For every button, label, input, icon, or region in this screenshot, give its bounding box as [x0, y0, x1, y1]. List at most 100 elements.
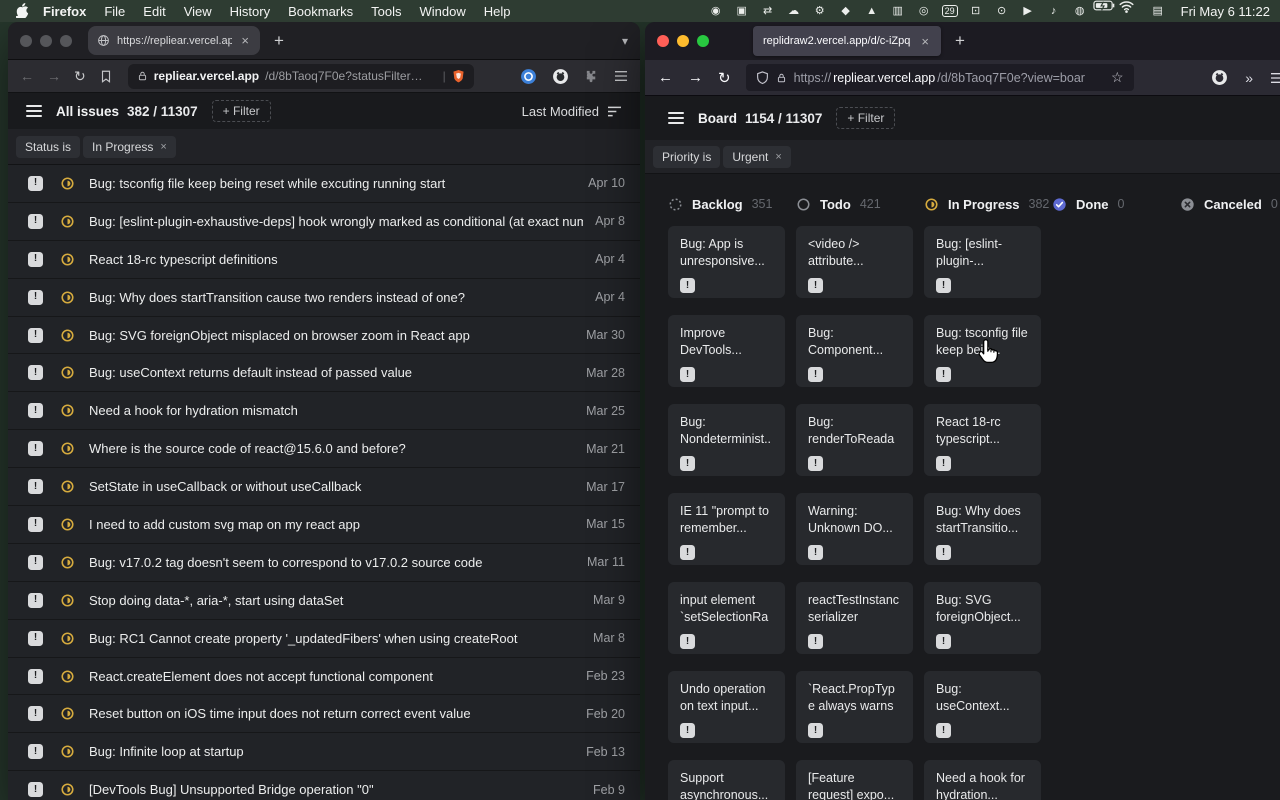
- issue-row[interactable]: !Bug: Why does startTransition cause two…: [8, 279, 640, 317]
- browser-menu-icon[interactable]: [1270, 72, 1280, 84]
- bookmark-icon[interactable]: [99, 69, 113, 84]
- sync-icon[interactable]: ⇄: [755, 0, 781, 22]
- sidebar-menu-icon[interactable]: [668, 112, 684, 124]
- board-card[interactable]: Bug: [eslint-plugin-...!: [924, 226, 1041, 298]
- triangle-app-icon[interactable]: ▲: [859, 0, 885, 22]
- issue-row[interactable]: !React 18-rc typescript definitionsApr 4: [8, 241, 640, 279]
- issue-row[interactable]: !Bug: [eslint-plugin-exhaustive-deps] ho…: [8, 203, 640, 241]
- power-icon[interactable]: ⊙: [989, 0, 1015, 22]
- board-card[interactable]: Need a hook for hydration...!: [924, 760, 1041, 800]
- menu-firefox[interactable]: Firefox: [34, 4, 95, 19]
- menu-window[interactable]: Window: [411, 4, 475, 19]
- overflow-chevrons-icon[interactable]: »: [1245, 70, 1253, 86]
- menu-edit[interactable]: Edit: [134, 4, 174, 19]
- back-button[interactable]: ←: [20, 68, 34, 84]
- stack-icon[interactable]: ▤: [1145, 0, 1171, 22]
- board-card[interactable]: Bug: Why does startTransitio...!: [924, 493, 1041, 565]
- volume-icon[interactable]: ♪: [1041, 0, 1067, 22]
- play-circle-icon[interactable]: ▶: [1015, 0, 1041, 22]
- layout-icon[interactable]: ▥: [885, 0, 911, 22]
- board-card[interactable]: React 18-rc typescript...!: [924, 404, 1041, 476]
- sort-control[interactable]: Last Modified: [522, 104, 622, 119]
- menu-bookmarks[interactable]: Bookmarks: [279, 4, 362, 19]
- extensions-puzzle-icon[interactable]: [584, 69, 599, 84]
- issue-row[interactable]: !Reset button on iOS time input does not…: [8, 695, 640, 733]
- board-card[interactable]: IE 11 "prompt to remember...!: [668, 493, 785, 565]
- github-account-icon[interactable]: [1211, 69, 1228, 86]
- issue-row[interactable]: !Bug: useContext returns default instead…: [8, 354, 640, 392]
- board-card[interactable]: Bug: App is unresponsive...!: [668, 226, 785, 298]
- issue-row[interactable]: !Bug: RC1 Cannot create property '_updat…: [8, 620, 640, 658]
- issue-row[interactable]: !I need to add custom svg map on my reac…: [8, 506, 640, 544]
- cloud-icon[interactable]: ☁: [781, 0, 807, 22]
- address-bar[interactable]: repliear.vercel.app /d/8bTaoq7F0e?status…: [128, 64, 474, 89]
- menu-help[interactable]: Help: [475, 4, 520, 19]
- board-card[interactable]: <video /> attribute...!: [796, 226, 913, 298]
- board-card[interactable]: Bug: SVG foreignObject...!: [924, 582, 1041, 654]
- dropbox-icon[interactable]: ◆: [833, 0, 859, 22]
- menu-tools[interactable]: Tools: [362, 4, 410, 19]
- filter-chip-urgent[interactable]: Urgent×: [723, 146, 790, 168]
- sidebar-menu-icon[interactable]: [26, 105, 42, 117]
- notification-icon[interactable]: ◍: [1067, 0, 1093, 22]
- add-filter-button[interactable]: + Filter: [212, 100, 271, 122]
- issue-row[interactable]: !Stop doing data-*, aria-*, start using …: [8, 582, 640, 620]
- bookmark-star-icon[interactable]: ☆: [1111, 69, 1124, 86]
- close-window-button[interactable]: [20, 35, 32, 47]
- board-card[interactable]: Improve DevTools...!: [668, 315, 785, 387]
- board-card[interactable]: input element `setSelectionRa!: [668, 582, 785, 654]
- docker-icon[interactable]: ⚙: [807, 0, 833, 22]
- issue-row[interactable]: !Where is the source code of react@15.6.…: [8, 430, 640, 468]
- forward-button[interactable]: →: [688, 69, 703, 86]
- new-tab-button[interactable]: +: [955, 31, 965, 51]
- browser-tab[interactable]: replidraw2.vercel.app/d/c-iZpq ×: [753, 26, 941, 56]
- issue-row[interactable]: !Bug: tsconfig file keep being reset whi…: [8, 165, 640, 203]
- record-icon[interactable]: ◉: [703, 0, 729, 22]
- wifi-icon[interactable]: [1119, 0, 1145, 22]
- filter-chip-status-is[interactable]: Status is: [16, 136, 80, 158]
- add-filter-button[interactable]: + Filter: [836, 107, 895, 129]
- chip-close-icon[interactable]: ×: [160, 141, 166, 153]
- menu-view[interactable]: View: [175, 4, 221, 19]
- board-card[interactable]: Warning: Unknown DO...!: [796, 493, 913, 565]
- calendar-icon[interactable]: 29: [937, 0, 963, 22]
- brave-shield-icon[interactable]: [452, 69, 465, 84]
- menu-file[interactable]: File: [95, 4, 134, 19]
- tracking-shield-icon[interactable]: [756, 71, 769, 85]
- issue-row[interactable]: !Bug: Infinite loop at startupFeb 13: [8, 733, 640, 771]
- board-card[interactable]: [Feature request] expo...!: [796, 760, 913, 800]
- browser-menu-icon[interactable]: [614, 70, 628, 82]
- minimize-window-button[interactable]: [40, 35, 52, 47]
- tab-close-icon[interactable]: ×: [239, 33, 251, 48]
- forward-button[interactable]: →: [47, 68, 61, 84]
- board-card[interactable]: Support asynchronous...!: [668, 760, 785, 800]
- new-tab-button[interactable]: +: [274, 31, 284, 51]
- board-card[interactable]: Bug: Component...!: [796, 315, 913, 387]
- filter-chip-in-progress[interactable]: In Progress×: [83, 136, 176, 158]
- chip-close-icon[interactable]: ×: [775, 151, 781, 163]
- upload-icon[interactable]: ⊡: [963, 0, 989, 22]
- close-window-button[interactable]: [657, 35, 669, 47]
- address-bar[interactable]: https:// repliear.vercel.app /d/8bTaoq7F…: [746, 64, 1134, 91]
- reload-button[interactable]: ↻: [74, 68, 86, 85]
- board-card[interactable]: Bug: useContext...!: [924, 671, 1041, 743]
- onepassword-icon[interactable]: ◎: [911, 0, 937, 22]
- issue-row[interactable]: !React.createElement does not accept fun…: [8, 658, 640, 696]
- menu-history[interactable]: History: [221, 4, 279, 19]
- battery-icon[interactable]: [1093, 0, 1119, 22]
- issue-row[interactable]: !Need a hook for hydration mismatchMar 2…: [8, 392, 640, 430]
- board-card[interactable]: Bug: Nondeterminist...!: [668, 404, 785, 476]
- zoom-window-button[interactable]: [60, 35, 72, 47]
- issue-row[interactable]: !SetState in useCallback or without useC…: [8, 468, 640, 506]
- board-card[interactable]: reactTestInstanc serializer!: [796, 582, 913, 654]
- zoom-window-button[interactable]: [697, 35, 709, 47]
- issue-row[interactable]: !Bug: v17.0.2 tag doesn't seem to corres…: [8, 544, 640, 582]
- minimize-window-button[interactable]: [677, 35, 689, 47]
- browser-tab[interactable]: https://repliear.vercel.app/d/8b ×: [88, 26, 260, 55]
- board-card[interactable]: Undo operation on text input...!: [668, 671, 785, 743]
- camera-icon[interactable]: ▣: [729, 0, 755, 22]
- apple-icon[interactable]: [10, 3, 34, 19]
- board-card[interactable]: `React.PropType always warns ab!: [796, 671, 913, 743]
- issue-row[interactable]: !Bug: SVG foreignObject misplaced on bro…: [8, 317, 640, 355]
- menu-bar-clock[interactable]: Fri May 6 11:22: [1181, 4, 1270, 19]
